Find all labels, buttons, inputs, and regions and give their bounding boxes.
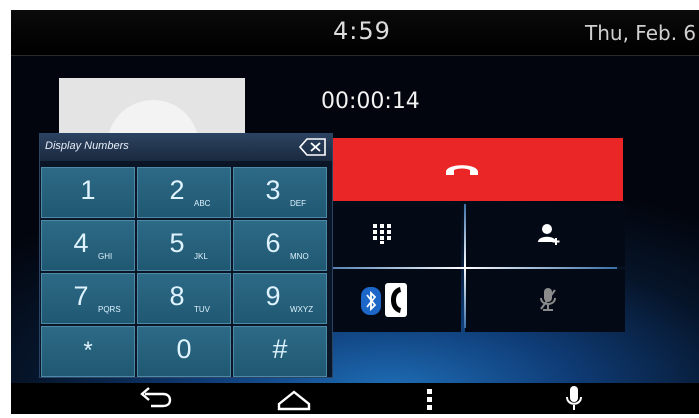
mute-button[interactable] [465, 269, 625, 332]
dialpad: Display Numbers 1 2 ABC 3 DEF 4 GHI 5 JK… [39, 133, 333, 378]
home-icon[interactable] [274, 383, 314, 414]
backspace-icon[interactable] [299, 138, 327, 156]
key-2[interactable]: 2 ABC [137, 167, 231, 218]
key-digit: * [83, 337, 93, 364]
key-digit: 5 [169, 228, 185, 258]
key-digit: 8 [169, 281, 185, 311]
clock: 4:59 [333, 17, 391, 45]
add-contact-button[interactable] [465, 204, 625, 267]
key-digit: 0 [176, 334, 192, 364]
key-digit: 6 [265, 228, 281, 258]
key-digit: 4 [73, 228, 89, 258]
key-star[interactable]: * [41, 326, 135, 377]
end-call-button[interactable] [301, 138, 623, 201]
status-bar: 4:59 Thu, Feb. 6 [11, 10, 699, 56]
dialpad-header: Display Numbers [40, 134, 332, 161]
key-letters: ABC [194, 199, 211, 208]
key-digit: # [272, 334, 288, 364]
key-letters: JKL [194, 252, 208, 261]
key-letters: MNO [290, 252, 309, 261]
mute-mic-icon [540, 288, 556, 311]
key-letters: DEF [290, 199, 306, 208]
key-0[interactable]: 0 [137, 326, 231, 377]
call-timer: 00:00:14 [321, 89, 420, 114]
handset-icon [385, 283, 407, 317]
key-4[interactable]: 4 GHI [41, 220, 135, 271]
key-letters: GHI [98, 252, 113, 261]
key-1[interactable]: 1 [41, 167, 135, 218]
key-6[interactable]: 6 MNO [233, 220, 327, 271]
bluetooth-icon [361, 287, 381, 315]
dialpad-title: Display Numbers [45, 140, 129, 152]
add-contact-icon [538, 224, 560, 245]
key-hash[interactable]: # [233, 326, 327, 377]
call-screen: 4:59 Thu, Feb. 6 00:00:14 Display Number… [11, 10, 699, 414]
navigation-bar [11, 383, 699, 414]
key-5[interactable]: 5 JKL [137, 220, 231, 271]
grid-divider-horizontal [311, 267, 617, 269]
key-7[interactable]: 7 PQRS [41, 273, 135, 324]
hang-up-icon [446, 165, 478, 175]
key-letters: WXYZ [290, 305, 314, 314]
key-letters: TUV [194, 305, 210, 314]
key-3[interactable]: 3 DEF [233, 167, 327, 218]
key-9[interactable]: 9 WXYZ [233, 273, 327, 324]
back-icon[interactable] [135, 383, 175, 414]
key-letters: PQRS [98, 305, 121, 314]
date: Thu, Feb. 6 [585, 21, 697, 45]
key-digit: 1 [80, 175, 96, 205]
microphone-icon[interactable] [564, 383, 584, 414]
grid-divider-vertical [464, 204, 466, 328]
menu-icon[interactable] [419, 383, 439, 414]
key-digit: 2 [169, 175, 185, 205]
keypad-icon [373, 224, 391, 244]
key-8[interactable]: 8 TUV [137, 273, 231, 324]
key-digit: 3 [265, 175, 281, 205]
